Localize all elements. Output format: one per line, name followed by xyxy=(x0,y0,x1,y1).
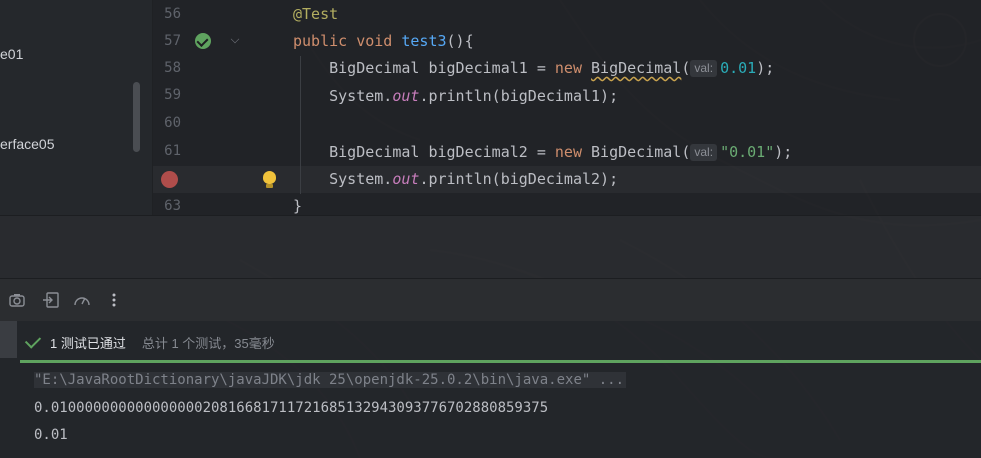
console-line[interactable]: "E:\JavaRootDictionary\javaJDK\jdk 25\op… xyxy=(34,369,627,391)
method-name-token: test3 xyxy=(401,32,447,50)
code-token: ( xyxy=(681,59,691,77)
tests-summary-label: 总计 1 个测试，35毫秒 xyxy=(141,335,275,351)
tree-item[interactable]: e01 xyxy=(0,46,23,62)
code-token: .println(bigDecimal1); xyxy=(419,87,619,105)
keyword-token: new xyxy=(554,59,582,77)
code-editor[interactable]: 56 57 58 59 60 61 63 @Test public void t… xyxy=(153,0,981,215)
editor-empty-area xyxy=(0,215,981,278)
static-field-token: out xyxy=(392,170,420,188)
annotation-token: @Test xyxy=(293,5,339,23)
intention-bulb-icon[interactable] xyxy=(263,171,276,188)
line-number: 56 xyxy=(164,6,181,22)
code-token: (){ xyxy=(446,32,474,50)
console-command[interactable]: "E:\JavaRootDictionary\javaJDK\jdk 25\op… xyxy=(34,372,627,388)
line-number: 60 xyxy=(164,115,181,131)
test-tree-collapsed[interactable] xyxy=(0,321,17,358)
static-field-token: out xyxy=(392,87,420,105)
number-token: 0.01 xyxy=(720,59,757,77)
code-line-59: System.out.println(bigDecimal1); xyxy=(293,83,618,110)
line-number: 57 xyxy=(164,33,181,49)
fold-icon[interactable] xyxy=(230,34,240,44)
keyword-token: new xyxy=(554,143,582,161)
code-line-56: @Test xyxy=(293,1,338,28)
code-line-62: System.out.println(bigDecimal2); xyxy=(293,166,618,193)
code-token: .println(bigDecimal2); xyxy=(419,170,619,188)
editor-gutter: 56 57 58 59 60 61 63 xyxy=(153,0,283,215)
code-token: ); xyxy=(756,59,775,77)
code-token: BigDecimal( xyxy=(591,143,691,161)
tree-scrollbar[interactable] xyxy=(133,82,140,152)
run-panel: 1 测试已通过 总计 1 个测试，35毫秒 "E:\JavaRootDictio… xyxy=(0,321,981,458)
line-number: 58 xyxy=(164,60,181,76)
code-token: BigDecimal bigDecimal2 = xyxy=(329,143,555,161)
code-token: System. xyxy=(329,87,393,105)
parameter-hint: val: xyxy=(690,144,718,161)
check-icon xyxy=(24,331,42,349)
run-toolbar xyxy=(0,278,981,321)
test-progress-bar xyxy=(20,360,981,363)
more-options-icon[interactable] xyxy=(105,291,123,309)
code-line-61: BigDecimal bigDecimal2 = new BigDecimal(… xyxy=(293,139,792,166)
code-token: ); xyxy=(774,143,793,161)
code-token: System. xyxy=(329,170,393,188)
tests-passed-label: 1 测试已通过 xyxy=(50,335,126,351)
screenshot-icon[interactable] xyxy=(8,291,26,309)
console-line: 0.01000000000000000020816681711721685132… xyxy=(34,400,549,416)
line-number: 61 xyxy=(164,143,181,159)
keyword-token: void xyxy=(356,32,393,50)
code-token: } xyxy=(293,197,303,215)
code-token: BigDecimal bigDecimal1 = xyxy=(329,59,555,77)
code-line-58: BigDecimal bigDecimal1 = new BigDecimal(… xyxy=(293,55,774,82)
tree-item[interactable]: erface05 xyxy=(0,136,54,152)
keyword-token: public xyxy=(293,32,348,50)
test-status-row: 1 测试已通过 总计 1 个测试，35毫秒 xyxy=(22,329,275,355)
coverage-gauge-icon[interactable] xyxy=(73,291,91,309)
code-line-57: public void test3(){ xyxy=(293,28,474,55)
run-test-icon[interactable] xyxy=(195,33,211,49)
string-token: "0.01" xyxy=(720,143,775,161)
import-tests-icon[interactable] xyxy=(42,291,60,309)
parameter-hint: val: xyxy=(690,60,718,77)
project-tree-panel: e01 erface05 xyxy=(0,0,153,215)
line-number: 63 xyxy=(164,198,181,214)
warning-token: BigDecimal xyxy=(591,59,682,77)
line-number: 59 xyxy=(164,87,181,103)
breakpoint-icon[interactable] xyxy=(161,171,178,188)
console-line: 0.01 xyxy=(34,427,68,443)
